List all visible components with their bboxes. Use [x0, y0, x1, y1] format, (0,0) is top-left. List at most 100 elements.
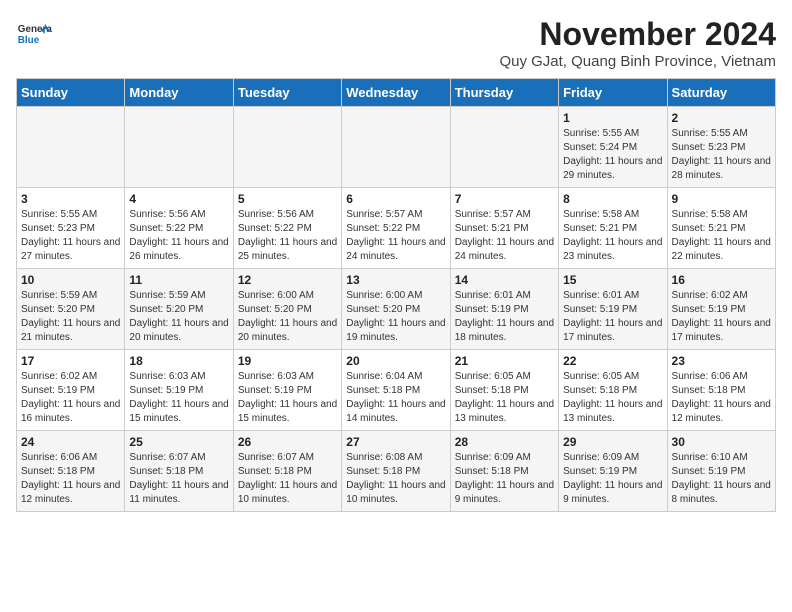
calendar-cell: 19 Sunrise: 6:03 AM Sunset: 5:19 PM Dayli…	[233, 350, 341, 431]
weekday-header-wednesday: Wednesday	[342, 79, 450, 107]
day-info: Sunrise: 5:55 AM Sunset: 5:23 PM Dayligh…	[672, 127, 771, 183]
day-number: 10	[21, 273, 120, 287]
calendar-cell: 21 Sunrise: 6:05 AM Sunset: 5:18 PM Dayli…	[450, 350, 558, 431]
day-info: Sunrise: 6:09 AM Sunset: 5:18 PM Dayligh…	[455, 451, 554, 507]
day-info: Sunrise: 6:06 AM Sunset: 5:18 PM Dayligh…	[672, 370, 771, 426]
calendar-week-row: 17 Sunrise: 6:02 AM Sunset: 5:19 PM Dayli…	[17, 350, 776, 431]
day-number: 3	[21, 192, 120, 206]
day-info: Sunrise: 5:57 AM Sunset: 5:21 PM Dayligh…	[455, 208, 554, 264]
day-info: Sunrise: 6:01 AM Sunset: 5:19 PM Dayligh…	[563, 289, 662, 345]
day-number: 14	[455, 273, 554, 287]
calendar-cell: 8 Sunrise: 5:58 AM Sunset: 5:21 PM Daylig…	[559, 188, 667, 269]
day-info: Sunrise: 5:55 AM Sunset: 5:23 PM Dayligh…	[21, 208, 120, 264]
day-info: Sunrise: 6:07 AM Sunset: 5:18 PM Dayligh…	[129, 451, 228, 507]
day-number: 15	[563, 273, 662, 287]
calendar-cell	[342, 107, 450, 188]
calendar-table: SundayMondayTuesdayWednesdayThursdayFrid…	[16, 78, 776, 512]
weekday-header-sunday: Sunday	[17, 79, 125, 107]
day-info: Sunrise: 6:03 AM Sunset: 5:19 PM Dayligh…	[238, 370, 337, 426]
calendar-cell: 3 Sunrise: 5:55 AM Sunset: 5:23 PM Daylig…	[17, 188, 125, 269]
day-info: Sunrise: 5:56 AM Sunset: 5:22 PM Dayligh…	[129, 208, 228, 264]
calendar-cell: 23Sunrise: 6:06 AM Sunset: 5:18 PM Dayli…	[667, 350, 775, 431]
day-info: Sunrise: 6:07 AM Sunset: 5:18 PM Dayligh…	[238, 451, 337, 507]
page-header: General Blue November 2024 Quy GJat, Qua…	[16, 16, 776, 70]
calendar-cell: 6 Sunrise: 5:57 AM Sunset: 5:22 PM Daylig…	[342, 188, 450, 269]
day-number: 24	[21, 435, 120, 449]
calendar-cell: 11Sunrise: 5:59 AM Sunset: 5:20 PM Dayli…	[125, 269, 233, 350]
day-number: 6	[346, 192, 445, 206]
calendar-cell: 17 Sunrise: 6:02 AM Sunset: 5:19 PM Dayli…	[17, 350, 125, 431]
day-info: Sunrise: 6:04 AM Sunset: 5:18 PM Dayligh…	[346, 370, 445, 426]
calendar-cell: 27Sunrise: 6:08 AM Sunset: 5:18 PM Dayli…	[342, 431, 450, 512]
calendar-cell: 16 Sunrise: 6:02 AM Sunset: 5:19 PM Dayli…	[667, 269, 775, 350]
calendar-cell: 13Sunrise: 6:00 AM Sunset: 5:20 PM Dayli…	[342, 269, 450, 350]
day-number: 9	[672, 192, 771, 206]
day-info: Sunrise: 6:05 AM Sunset: 5:18 PM Dayligh…	[455, 370, 554, 426]
calendar-cell: 14Sunrise: 6:01 AM Sunset: 5:19 PM Dayli…	[450, 269, 558, 350]
calendar-cell: 10 Sunrise: 5:59 AM Sunset: 5:20 PM Dayli…	[17, 269, 125, 350]
svg-text:Blue: Blue	[18, 35, 40, 46]
calendar-cell	[233, 107, 341, 188]
month-title: November 2024	[499, 16, 776, 53]
day-number: 7	[455, 192, 554, 206]
day-number: 22	[563, 354, 662, 368]
day-info: Sunrise: 5:57 AM Sunset: 5:22 PM Dayligh…	[346, 208, 445, 264]
day-info: Sunrise: 6:10 AM Sunset: 5:19 PM Dayligh…	[672, 451, 771, 507]
calendar-cell	[17, 107, 125, 188]
calendar-cell: 22 Sunrise: 6:05 AM Sunset: 5:18 PM Dayli…	[559, 350, 667, 431]
day-number: 29	[563, 435, 662, 449]
day-number: 17	[21, 354, 120, 368]
calendar-cell: 18 Sunrise: 6:03 AM Sunset: 5:19 PM Dayli…	[125, 350, 233, 431]
weekday-header-monday: Monday	[125, 79, 233, 107]
day-number: 4	[129, 192, 228, 206]
day-number: 19	[238, 354, 337, 368]
calendar-cell: 7 Sunrise: 5:57 AM Sunset: 5:21 PM Daylig…	[450, 188, 558, 269]
day-number: 27	[346, 435, 445, 449]
calendar-week-row: 1 Sunrise: 5:55 AM Sunset: 5:24 PM Daylig…	[17, 107, 776, 188]
day-info: Sunrise: 5:56 AM Sunset: 5:22 PM Dayligh…	[238, 208, 337, 264]
calendar-cell: 20 Sunrise: 6:04 AM Sunset: 5:18 PM Dayli…	[342, 350, 450, 431]
calendar-week-row: 3 Sunrise: 5:55 AM Sunset: 5:23 PM Daylig…	[17, 188, 776, 269]
calendar-week-row: 24 Sunrise: 6:06 AM Sunset: 5:18 PM Dayli…	[17, 431, 776, 512]
weekday-header-thursday: Thursday	[450, 79, 558, 107]
calendar-cell	[450, 107, 558, 188]
day-info: Sunrise: 5:55 AM Sunset: 5:24 PM Dayligh…	[563, 127, 662, 183]
logo-icon: General Blue	[16, 16, 52, 52]
day-info: Sunrise: 5:59 AM Sunset: 5:20 PM Dayligh…	[129, 289, 228, 345]
day-info: Sunrise: 6:02 AM Sunset: 5:19 PM Dayligh…	[672, 289, 771, 345]
day-number: 18	[129, 354, 228, 368]
calendar-cell: 15 Sunrise: 6:01 AM Sunset: 5:19 PM Dayli…	[559, 269, 667, 350]
day-number: 21	[455, 354, 554, 368]
calendar-cell: 1 Sunrise: 5:55 AM Sunset: 5:24 PM Daylig…	[559, 107, 667, 188]
day-info: Sunrise: 5:59 AM Sunset: 5:20 PM Dayligh…	[21, 289, 120, 345]
calendar-cell	[125, 107, 233, 188]
day-info: Sunrise: 5:58 AM Sunset: 5:21 PM Dayligh…	[672, 208, 771, 264]
calendar-cell: 9 Sunrise: 5:58 AM Sunset: 5:21 PM Daylig…	[667, 188, 775, 269]
day-info: Sunrise: 6:09 AM Sunset: 5:19 PM Dayligh…	[563, 451, 662, 507]
calendar-cell: 12Sunrise: 6:00 AM Sunset: 5:20 PM Dayli…	[233, 269, 341, 350]
day-number: 25	[129, 435, 228, 449]
logo: General Blue	[16, 16, 52, 52]
day-number: 2	[672, 111, 771, 125]
day-number: 1	[563, 111, 662, 125]
calendar-cell: 25 Sunrise: 6:07 AM Sunset: 5:18 PM Dayli…	[125, 431, 233, 512]
day-info: Sunrise: 5:58 AM Sunset: 5:21 PM Dayligh…	[563, 208, 662, 264]
weekday-header-row: SundayMondayTuesdayWednesdayThursdayFrid…	[17, 79, 776, 107]
day-info: Sunrise: 6:05 AM Sunset: 5:18 PM Dayligh…	[563, 370, 662, 426]
calendar-cell: 26Sunrise: 6:07 AM Sunset: 5:18 PM Dayli…	[233, 431, 341, 512]
day-number: 28	[455, 435, 554, 449]
day-info: Sunrise: 6:06 AM Sunset: 5:18 PM Dayligh…	[21, 451, 120, 507]
day-number: 30	[672, 435, 771, 449]
day-number: 16	[672, 273, 771, 287]
day-number: 8	[563, 192, 662, 206]
day-info: Sunrise: 6:03 AM Sunset: 5:19 PM Dayligh…	[129, 370, 228, 426]
day-number: 5	[238, 192, 337, 206]
title-block: November 2024 Quy GJat, Quang Binh Provi…	[499, 16, 776, 70]
day-number: 20	[346, 354, 445, 368]
location-subtitle: Quy GJat, Quang Binh Province, Vietnam	[499, 53, 776, 70]
calendar-cell: 24 Sunrise: 6:06 AM Sunset: 5:18 PM Dayli…	[17, 431, 125, 512]
calendar-week-row: 10 Sunrise: 5:59 AM Sunset: 5:20 PM Dayli…	[17, 269, 776, 350]
day-info: Sunrise: 6:00 AM Sunset: 5:20 PM Dayligh…	[346, 289, 445, 345]
day-info: Sunrise: 6:02 AM Sunset: 5:19 PM Dayligh…	[21, 370, 120, 426]
calendar-cell: 30 Sunrise: 6:10 AM Sunset: 5:19 PM Dayli…	[667, 431, 775, 512]
